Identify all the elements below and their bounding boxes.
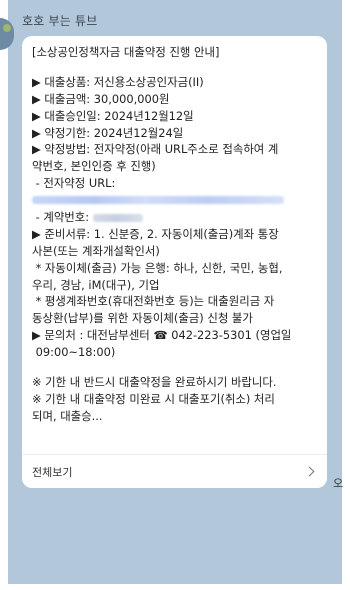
message-line: 약번호, 본인인증 후 진행) <box>32 159 156 174</box>
message-gap <box>32 61 317 74</box>
avatar-image <box>3 24 11 32</box>
message-line: ▶ 문의처 : 대전남부센터 ☎ 042-223-5301 (영업일 <box>32 328 292 343</box>
message-line: 되며, 대출승... <box>32 408 103 423</box>
sender-name: 호호 부는 튜브 <box>22 14 98 28</box>
message-line: ※ 기한 내 대출약정 미완료 시 대출포기(취소) 처리 <box>32 391 275 406</box>
message-line: 동상환(납부)를 위한 자동이체(출금) 신청 불가 <box>32 311 253 326</box>
chevron-right-icon <box>304 466 315 477</box>
message-line: 사본(또는 계좌개설확인서) <box>32 243 160 258</box>
see-all-button[interactable]: 전체보기 <box>22 454 327 488</box>
message-line: ▶ 대출승인일: 2024년12월12일 <box>32 108 194 123</box>
message-line: - 전자약정 URL: <box>32 176 116 191</box>
message-line: ▶ 대출금액: 30,000,000원 <box>32 91 170 106</box>
message-line: * 자동이체(출금) 가능 은행: 하나, 신한, 국민, 농협, <box>32 260 283 275</box>
message-line: ▶ 약정기한: 2024년12월24일 <box>32 125 184 140</box>
message-line: ※ 기한 내 반드시 대출약정을 완료하시기 바랍니다. <box>32 375 277 390</box>
message-line: 우리, 경남, iM(대구), 기업 <box>32 277 160 292</box>
message-line: * 평생계좌번호(휴대전화번호 등)는 대출원리금 자 <box>32 294 275 309</box>
blurred-contract-number <box>93 213 144 222</box>
see-all-label: 전체보기 <box>32 465 73 479</box>
message-gap <box>32 361 317 374</box>
message-line: ▶ 대출상품: 저신용소상공인자금(II) <box>32 74 204 89</box>
message-line: [소상공인정책자금 대출약정 진행 안내] <box>32 45 220 59</box>
message-bubble[interactable]: [소상공인정책자금 대출약정 진행 안내] ▶ 대출상품: 저신용소상공인자금(… <box>22 36 327 488</box>
message-line: 09:00~18:00) <box>32 345 116 360</box>
next-message-fragment: 오 <box>333 477 344 490</box>
message-line: ▶ 준비서류: 1. 신분증, 2. 자동이체(출금)계좌 통장 <box>32 226 279 241</box>
blurred-url-link[interactable] <box>32 196 284 205</box>
message-text: [소상공인정책자금 대출약정 진행 안내] ▶ 대출상품: 저신용소상공인자금(… <box>22 36 327 425</box>
contract-number-label: - 계약번호: <box>32 210 90 225</box>
contract-number-line: - 계약번호: <box>32 209 317 226</box>
message-line: ▶ 약정방법: 전자약정(아래 URL주소로 접속하여 계 <box>32 142 279 157</box>
url-line <box>32 192 317 209</box>
